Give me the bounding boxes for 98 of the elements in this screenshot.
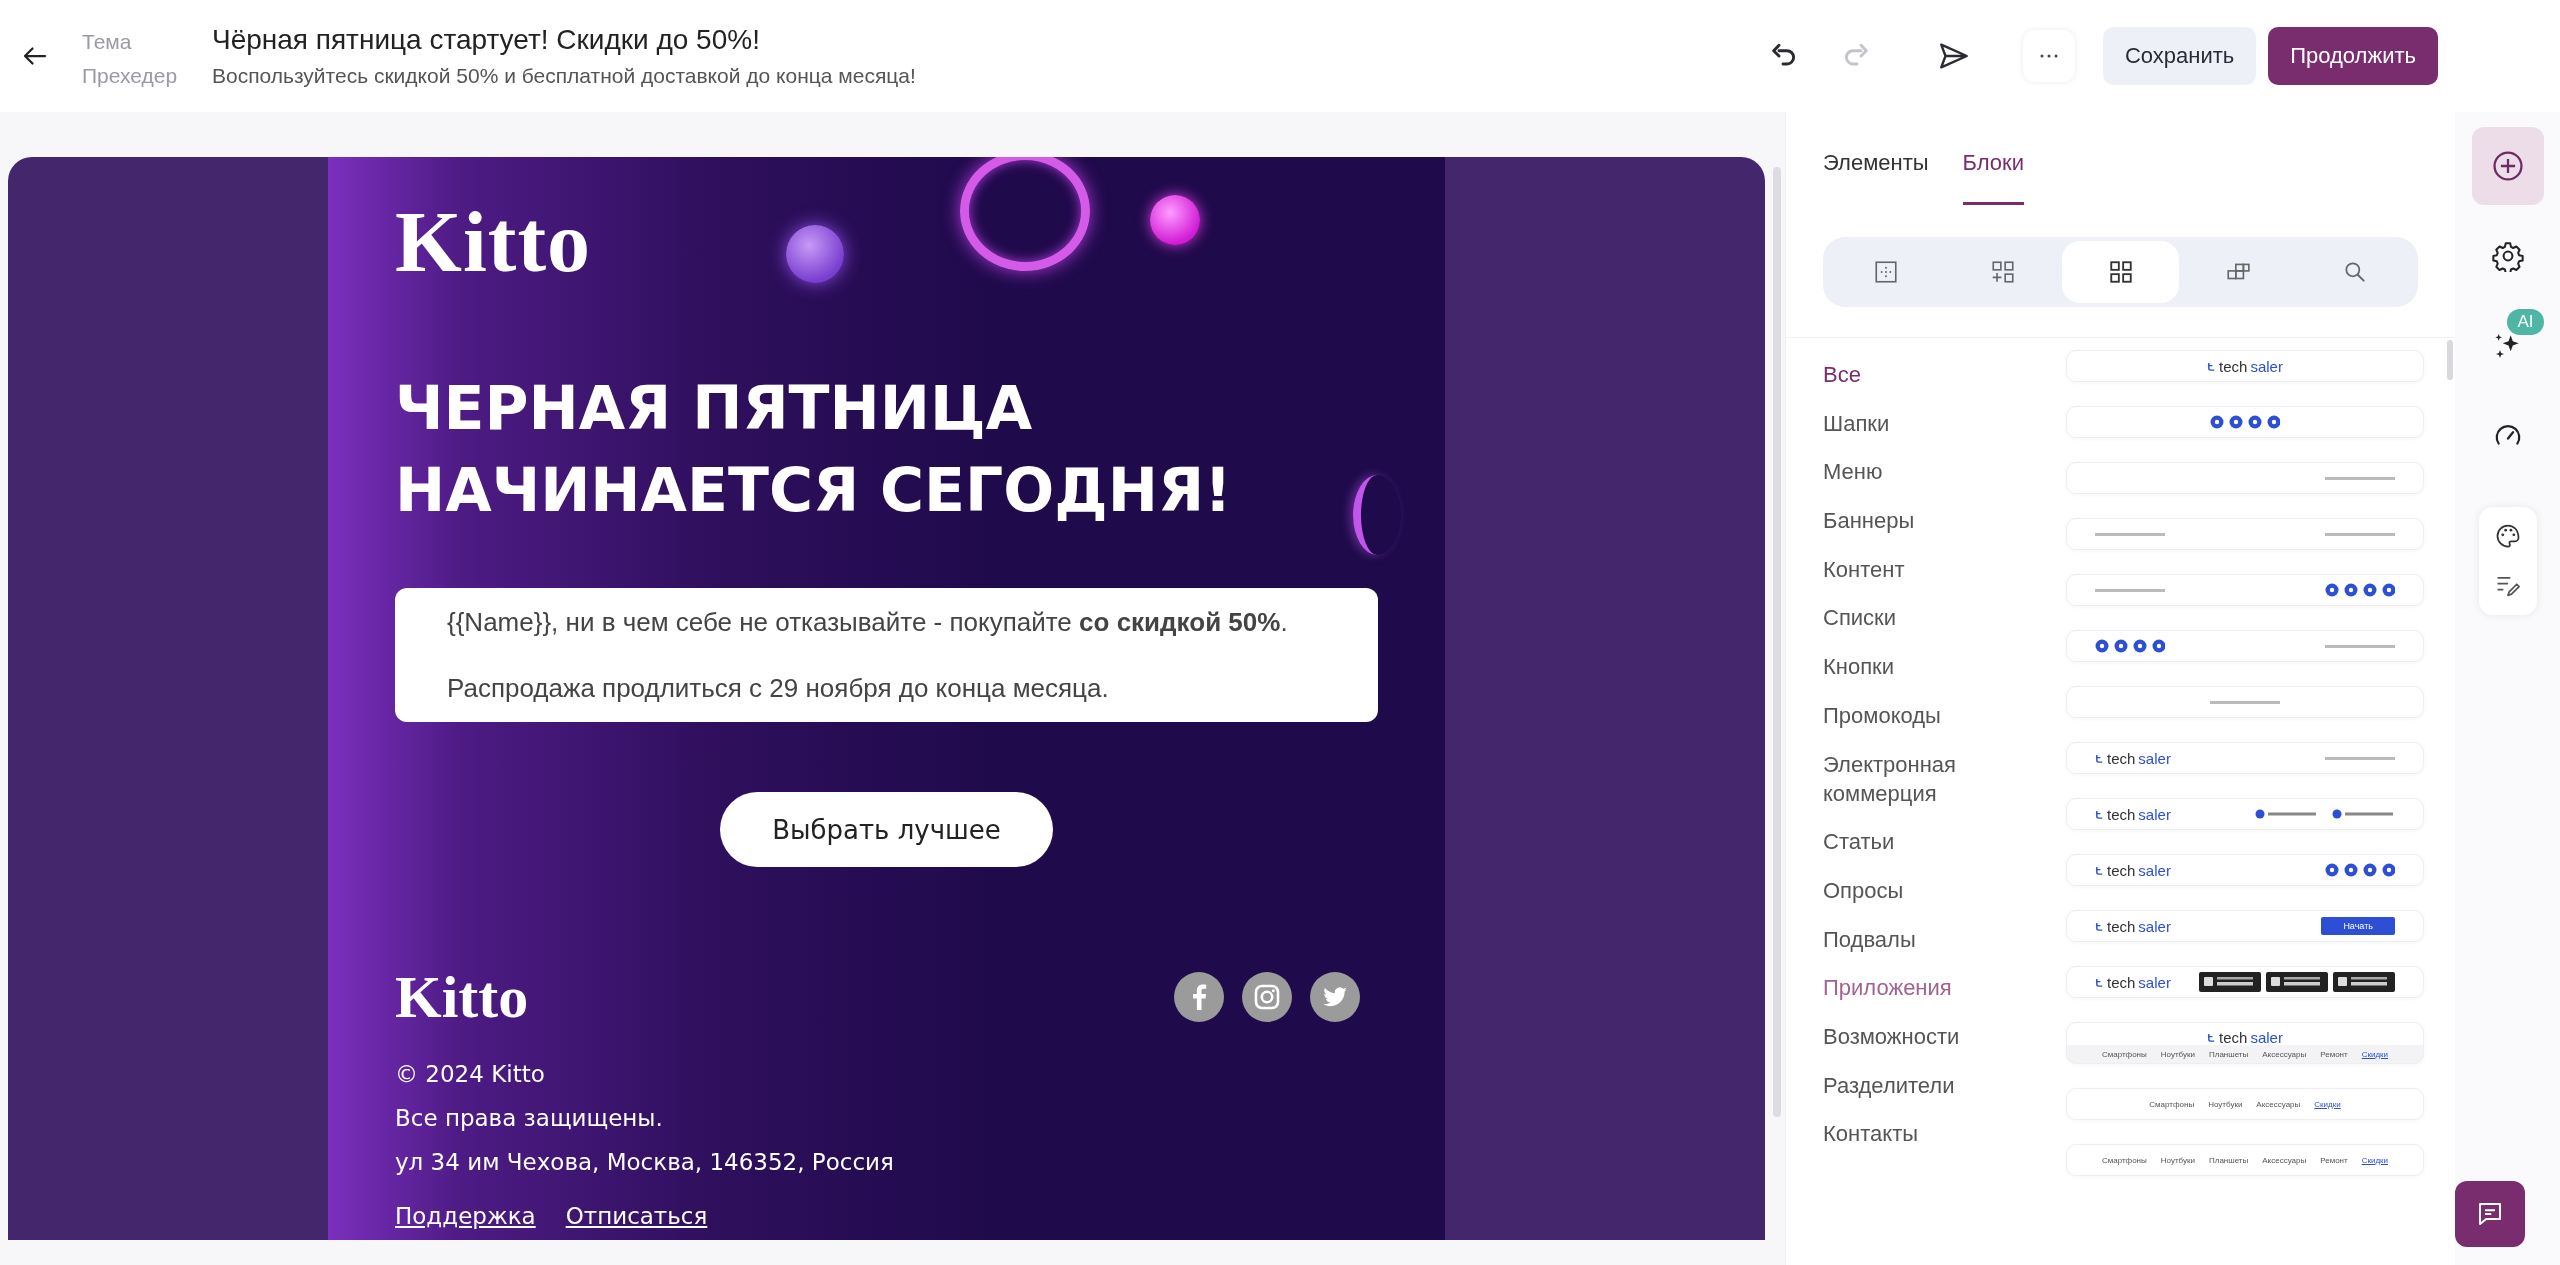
preview-menu-link: Скидки [2314,1099,2341,1109]
message-text: {{Name}}, ни в чем себе не отказывайте - покупайте со скидкой 50%. [447,606,1289,638]
block-preview[interactable]: tech saler Начать [2066,910,2424,942]
category-item[interactable]: Разделители [1823,1060,2013,1110]
category-item[interactable]: Возможности [1823,1011,2013,1061]
preview-menu-item: Ноутбуки [2160,1155,2195,1165]
brand-logo: tech saler [2095,861,2171,879]
category-item[interactable]: Баннеры [1823,496,2013,545]
brand-logo: tech saler [2095,917,2171,935]
panel-tab[interactable]: Элементы [1823,142,1929,205]
brand-logo: tech saler [2095,805,2171,823]
brand-logo: tech saler [2207,1029,2283,1046]
block-preview[interactable]: tech saler Смартфоны Ноутбуки Планшеты Аксессуары Ремонт Скидки [2066,1022,2424,1064]
add-rail-button[interactable] [2471,127,2544,205]
message-text: Распродажа продлиться с 29 ноября до конца месяца. [447,672,1110,704]
preview-menu-item: Смартфоны [2101,1155,2147,1165]
grid-icon [2107,259,2134,285]
twitter-icon[interactable] [1310,972,1360,1022]
block-preview[interactable]: tech saler [2066,798,2424,830]
category-item[interactable]: Контакты [1823,1109,2013,1158]
category-item[interactable]: Меню [1823,447,2013,497]
field-value[interactable]: Воспользуйтесь скидкой 50% и бесплатной доставкой до конца месяца! [212,64,916,88]
category-item[interactable]: Списки [1823,593,2013,643]
preview-button: Начать [2321,917,2395,935]
sphere-decoration [786,225,844,283]
field-value[interactable]: Чёрная пятница стартует! Скидки до 50%! [212,24,760,56]
chat-button[interactable] [2455,1181,2525,1247]
category-item[interactable]: Подвалы [1823,914,2013,964]
block-preview[interactable] [2066,574,2424,606]
blocks-mode-button[interactable] [2061,241,2180,303]
block-preview[interactable]: tech saler [2066,966,2424,998]
footer-logo: Kitto [395,967,529,1027]
instagram-icon[interactable] [1242,972,1292,1022]
preview-menu-link: Скидки [2361,1050,2389,1059]
brand-logo: tech saler [2095,973,2171,991]
preview-menu-item: Ремонт [2320,1155,2348,1165]
ai-badge: AI [2507,309,2544,335]
preview-menu-item: Смартфоны [2101,1050,2147,1059]
email-headline: ЧЕРНАЯ ПЯТНИЦА НАЧИНАЕТСЯ СЕГОДНЯ! [395,372,1233,527]
block-preview[interactable]: Смартфоны Ноутбуки Аксессуары Скидки [2066,1088,2424,1120]
block-preview[interactable]: tech saler [2066,854,2424,886]
text-placeholder-line [2325,756,2395,760]
text-placeholder-line [2325,532,2395,536]
scrollbar-thumb[interactable] [2447,340,2453,380]
facebook-icon[interactable] [1174,972,1224,1022]
text-placeholder-line [2325,644,2395,648]
social-buttons-drawing [2095,639,2165,653]
block-preview[interactable] [2066,406,2424,438]
dotted-square-icon [1872,259,1899,285]
preview-menu-item: Планшеты [2208,1050,2249,1059]
brand-logo: tech saler [2207,357,2283,375]
category-item[interactable]: Промокоды [1823,690,2013,740]
preview-menu-item: Планшеты [2208,1155,2249,1165]
scrollbar-thumb[interactable] [1773,167,1781,1117]
preview-menu-item: Аксессуары [2256,1099,2301,1109]
preview-menu-item: Ноутбуки [2208,1099,2243,1109]
cta-button[interactable]: Выбрать лучшее [720,792,1053,867]
social-buttons-drawing [2325,863,2395,877]
save-button[interactable]: Сохранить [2102,27,2257,85]
text-placeholder-line [2210,700,2280,704]
block-preview[interactable]: tech saler [2066,742,2424,774]
footer-link[interactable]: Поддержка [395,1194,536,1238]
sphere-decoration [1150,195,1200,245]
preview-menu-item: Аксессуары [2262,1155,2307,1165]
preview-menu-item: Смартфоны [2149,1099,2195,1109]
panel-tab[interactable]: Блоки [1962,142,2024,205]
block-preview[interactable] [2066,630,2424,662]
preview-menu-item: Аксессуары [2262,1050,2307,1059]
category-item[interactable]: Опросы [1823,865,2013,915]
footer-text: © 2024 Kitto [395,1060,546,1089]
category-item[interactable]: Контент [1823,544,2013,594]
preview-menu-item: Ремонт [2320,1050,2348,1059]
block-preview[interactable]: tech saler [2066,350,2424,382]
footer-text: ул 34 им Чехова, Москва, 146352, Россия [395,1148,895,1177]
category-item[interactable]: Кнопки [1823,642,2013,691]
continue-button[interactable]: Продолжить [2268,27,2438,85]
email-logo: Kitto [395,197,592,287]
footer-text: Все права защищены. [395,1104,664,1133]
category-item[interactable]: Статьи [1823,817,2013,866]
preview-menu-item: Ноутбуки [2160,1050,2195,1059]
text-placeholder-line [2095,532,2165,536]
preview-menu-link: Скидки [2361,1155,2389,1165]
settings-icon [2491,240,2524,272]
text-placeholder-line [2095,588,2165,592]
field-label: Тема [82,30,133,54]
social-buttons-drawing [2325,583,2395,597]
text-placeholder-line [2325,476,2395,480]
social-buttons-drawing [2210,415,2280,429]
category-item[interactable]: Шапки [1823,398,2013,448]
footer-link[interactable]: Отписаться [565,1194,708,1238]
add-squares-icon [1990,259,2017,285]
field-label: Прехедер [82,64,179,88]
brand-logo: tech saler [2095,749,2171,767]
add-icon [2490,149,2525,183]
category-item[interactable]: Приложения [1823,963,2013,1012]
category-item[interactable]: Все [1823,350,2013,399]
category-item[interactable]: Электронная коммерция [1823,739,2013,818]
block-preview[interactable]: Смартфоны Ноутбуки Планшеты Аксессуары Ремонт Скидки [2066,1144,2424,1176]
